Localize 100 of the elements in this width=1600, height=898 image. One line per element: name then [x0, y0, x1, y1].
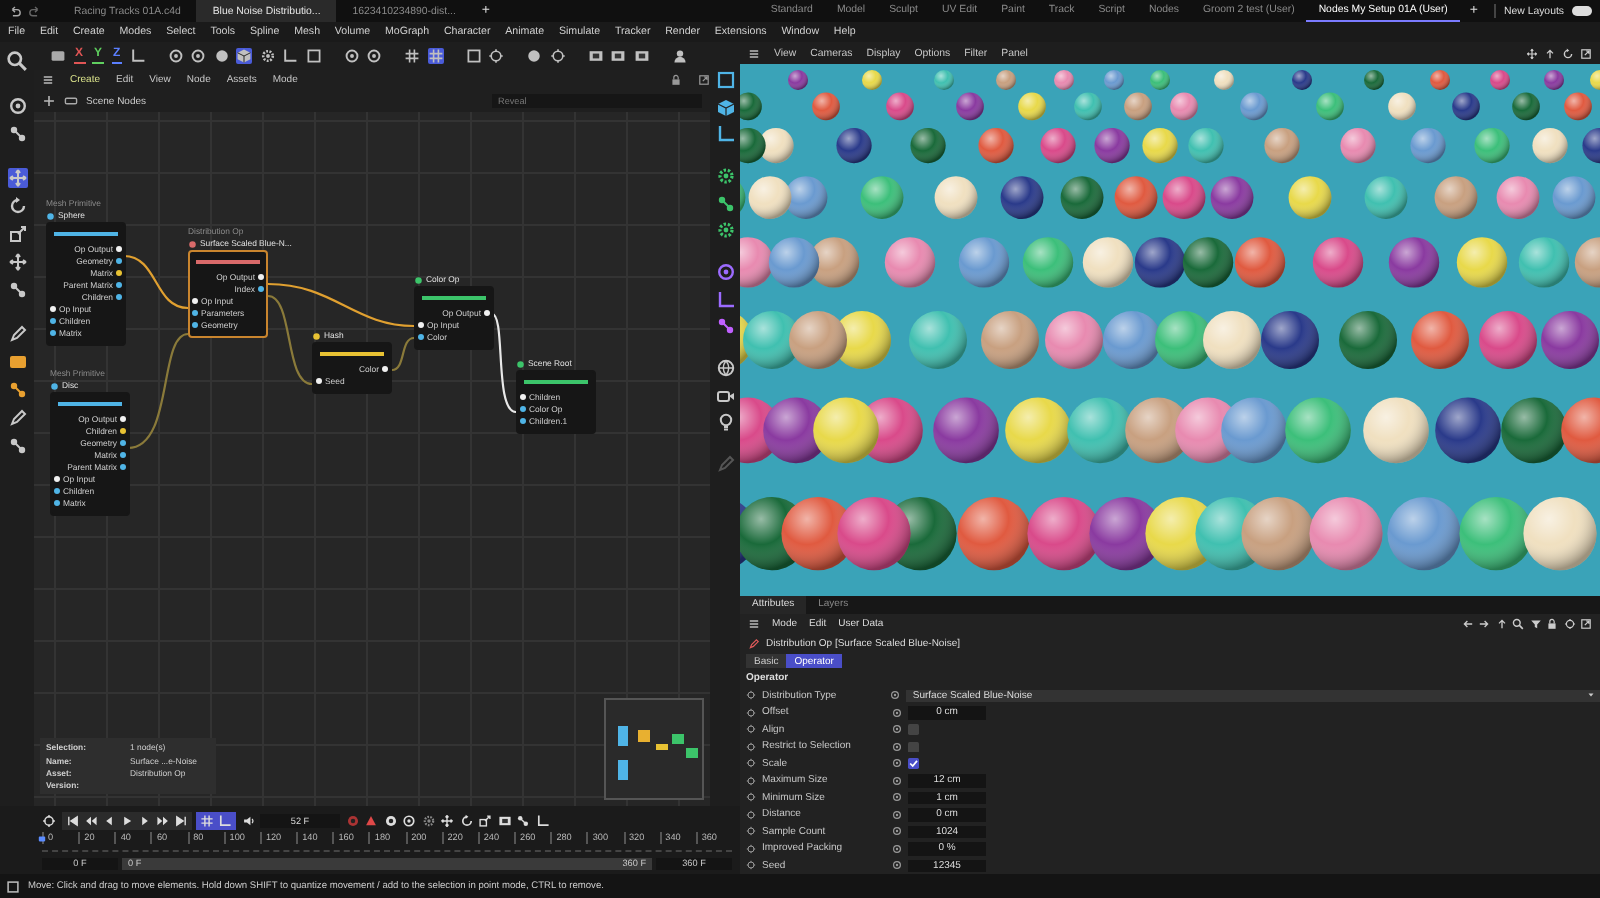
- scale-icon[interactable]: [478, 814, 492, 828]
- port-dot[interactable]: [54, 499, 60, 505]
- port-dot[interactable]: [258, 285, 264, 291]
- layout-toggle[interactable]: [1572, 6, 1592, 16]
- move-icon[interactable]: [7, 252, 27, 272]
- nodes-icon[interactable]: [7, 380, 27, 400]
- angle-icon[interactable]: [282, 48, 299, 64]
- first-frame-icon[interactable]: [65, 814, 79, 828]
- add-icon[interactable]: [42, 94, 56, 108]
- up-icon[interactable]: [1544, 47, 1556, 59]
- search-icon[interactable]: [1512, 617, 1524, 630]
- nodes-icon[interactable]: [7, 280, 27, 300]
- gear-icon[interactable]: [715, 166, 735, 186]
- nodes-icon[interactable]: [715, 193, 735, 213]
- nodes-icon[interactable]: [7, 436, 27, 456]
- globe-icon[interactable]: [715, 358, 735, 378]
- up-icon[interactable]: [1495, 617, 1507, 630]
- square-icon[interactable]: [305, 48, 322, 64]
- move-icon[interactable]: [1526, 47, 1538, 59]
- expand-icon[interactable]: [1580, 617, 1592, 630]
- port-dot[interactable]: [520, 393, 526, 399]
- bulb-icon[interactable]: [715, 412, 735, 432]
- port-dot[interactable]: [520, 417, 526, 423]
- minimap[interactable]: [604, 698, 704, 800]
- grid-icon[interactable]: [200, 814, 214, 828]
- port-dot[interactable]: [192, 297, 198, 303]
- port-dot[interactable]: [54, 475, 60, 481]
- move-icon[interactable]: [7, 168, 27, 188]
- square-icon[interactable]: [7, 352, 27, 372]
- port-dot[interactable]: [50, 329, 56, 335]
- rotate-icon[interactable]: [7, 196, 27, 216]
- sphere-icon[interactable]: [213, 48, 230, 64]
- cube-icon[interactable]: [715, 97, 735, 117]
- filter-icon[interactable]: [1529, 617, 1541, 630]
- port-dot[interactable]: [116, 293, 122, 299]
- nodes-icon[interactable]: [516, 814, 530, 828]
- playhead-handle[interactable]: [38, 832, 46, 846]
- port-dot[interactable]: [120, 439, 126, 445]
- menu-icon[interactable]: [42, 74, 54, 86]
- port-dot[interactable]: [116, 257, 122, 263]
- speaker-icon[interactable]: [241, 814, 255, 828]
- port-dot[interactable]: [50, 305, 56, 311]
- previous-key-icon[interactable]: [83, 814, 97, 828]
- lock-icon[interactable]: [670, 74, 682, 86]
- port-dot[interactable]: [120, 451, 126, 457]
- scale-icon[interactable]: [7, 224, 27, 244]
- film-icon[interactable]: [497, 814, 511, 828]
- expand-icon[interactable]: [1580, 47, 1592, 59]
- port-dot[interactable]: [192, 309, 198, 315]
- menu-icon[interactable]: [748, 617, 760, 630]
- port-dot[interactable]: [116, 269, 122, 275]
- gear-icon[interactable]: [421, 814, 435, 828]
- target-icon[interactable]: [488, 48, 505, 64]
- rotate-icon[interactable]: [459, 814, 473, 828]
- back-icon[interactable]: [1461, 617, 1473, 630]
- cube-icon[interactable]: [236, 48, 253, 64]
- record-icon[interactable]: [383, 814, 397, 828]
- port-dot[interactable]: [120, 427, 126, 433]
- target-icon[interactable]: [549, 48, 566, 64]
- lock-icon[interactable]: [1546, 617, 1558, 630]
- checkbox[interactable]: [908, 758, 919, 769]
- user-icon[interactable]: [671, 48, 688, 64]
- port-dot[interactable]: [192, 321, 198, 327]
- grid-icon[interactable]: [404, 48, 421, 64]
- move-icon[interactable]: [440, 814, 454, 828]
- gear-icon[interactable]: [259, 48, 276, 64]
- step-forward-icon[interactable]: [137, 814, 151, 828]
- box-icon[interactable]: [50, 48, 66, 64]
- next-key-icon[interactable]: [155, 814, 169, 828]
- port-dot[interactable]: [54, 487, 60, 493]
- nodes-icon[interactable]: [7, 124, 27, 144]
- target-icon[interactable]: [42, 814, 56, 828]
- forward-icon[interactable]: [1478, 617, 1490, 630]
- menu-icon[interactable]: [748, 47, 760, 59]
- port-dot[interactable]: [316, 377, 322, 383]
- port-dot[interactable]: [484, 309, 490, 315]
- port-dot[interactable]: [418, 321, 424, 327]
- last-frame-icon[interactable]: [173, 814, 187, 828]
- port-dot[interactable]: [116, 245, 122, 251]
- port-dot[interactable]: [120, 415, 126, 421]
- port-dot[interactable]: [116, 281, 122, 287]
- square-icon[interactable]: [715, 70, 735, 90]
- coordinate-icon[interactable]: [129, 48, 146, 64]
- undo-icon[interactable]: [8, 4, 22, 18]
- redo-icon[interactable]: [28, 4, 42, 18]
- port-dot[interactable]: [50, 317, 56, 323]
- rotate-icon[interactable]: [1562, 47, 1574, 59]
- port-dot[interactable]: [120, 463, 126, 469]
- step-back-icon[interactable]: [101, 814, 115, 828]
- grid-icon[interactable]: [427, 48, 444, 64]
- search-icon[interactable]: [6, 50, 28, 72]
- port-dot[interactable]: [418, 333, 424, 339]
- checkbox[interactable]: [908, 741, 919, 752]
- checkbox[interactable]: [908, 724, 919, 735]
- port-dot[interactable]: [520, 405, 526, 411]
- gear-icon[interactable]: [715, 220, 735, 240]
- expand-icon[interactable]: [698, 74, 710, 86]
- camera-icon[interactable]: [715, 385, 735, 405]
- nodes-icon[interactable]: [715, 316, 735, 336]
- target-icon[interactable]: [1563, 617, 1575, 630]
